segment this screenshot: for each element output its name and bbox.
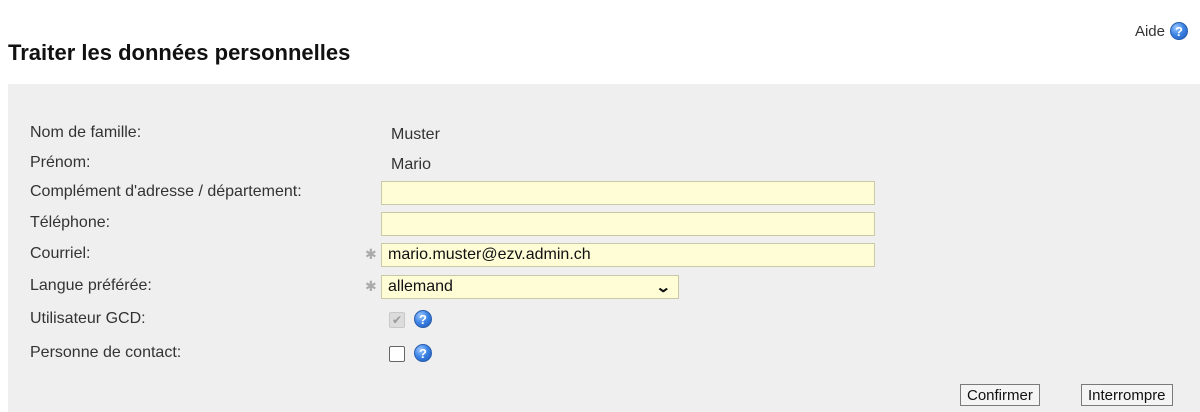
page-title: Traiter les données personnelles <box>8 40 351 65</box>
first-name-label: Prénom: <box>30 154 91 171</box>
gcd-user-label: Utilisateur GCD: <box>30 310 146 327</box>
contact-person-label: Personne de contact: <box>30 344 182 361</box>
language-label: Langue préférée: <box>30 277 152 294</box>
help-icon[interactable]: ? <box>414 344 432 362</box>
email-input[interactable] <box>381 243 875 267</box>
phone-input[interactable] <box>381 212 875 236</box>
language-select[interactable]: allemand ⌄ <box>381 275 679 299</box>
address-complement-label: Complément d'adresse / département: <box>30 183 302 200</box>
last-name-value: Muster <box>391 126 440 143</box>
help-label[interactable]: Aide <box>1135 23 1165 40</box>
cancel-button[interactable]: Interrompre <box>1081 384 1173 406</box>
first-name-value: Mario <box>391 156 432 173</box>
chevron-down-icon: ⌄ <box>655 279 672 296</box>
help-icon[interactable]: ? <box>1170 22 1188 40</box>
required-asterisk-icon: ✱ <box>365 246 377 262</box>
personal-data-form: Nom de famille: Muster Prénom: Mario Com… <box>8 84 1200 412</box>
confirm-button[interactable]: Confirmer <box>960 384 1040 406</box>
help-link[interactable]: Aide ? <box>1135 22 1188 40</box>
last-name-label: Nom de famille: <box>30 124 142 141</box>
language-selected-value: allemand <box>388 278 453 295</box>
address-complement-input[interactable] <box>381 181 875 205</box>
gcd-user-checkbox: ✔ <box>389 312 405 328</box>
email-label: Courriel: <box>30 245 91 262</box>
help-icon[interactable]: ? <box>414 310 432 328</box>
contact-person-checkbox[interactable] <box>389 346 405 362</box>
required-asterisk-icon: ✱ <box>365 278 377 294</box>
phone-label: Téléphone: <box>30 214 111 231</box>
